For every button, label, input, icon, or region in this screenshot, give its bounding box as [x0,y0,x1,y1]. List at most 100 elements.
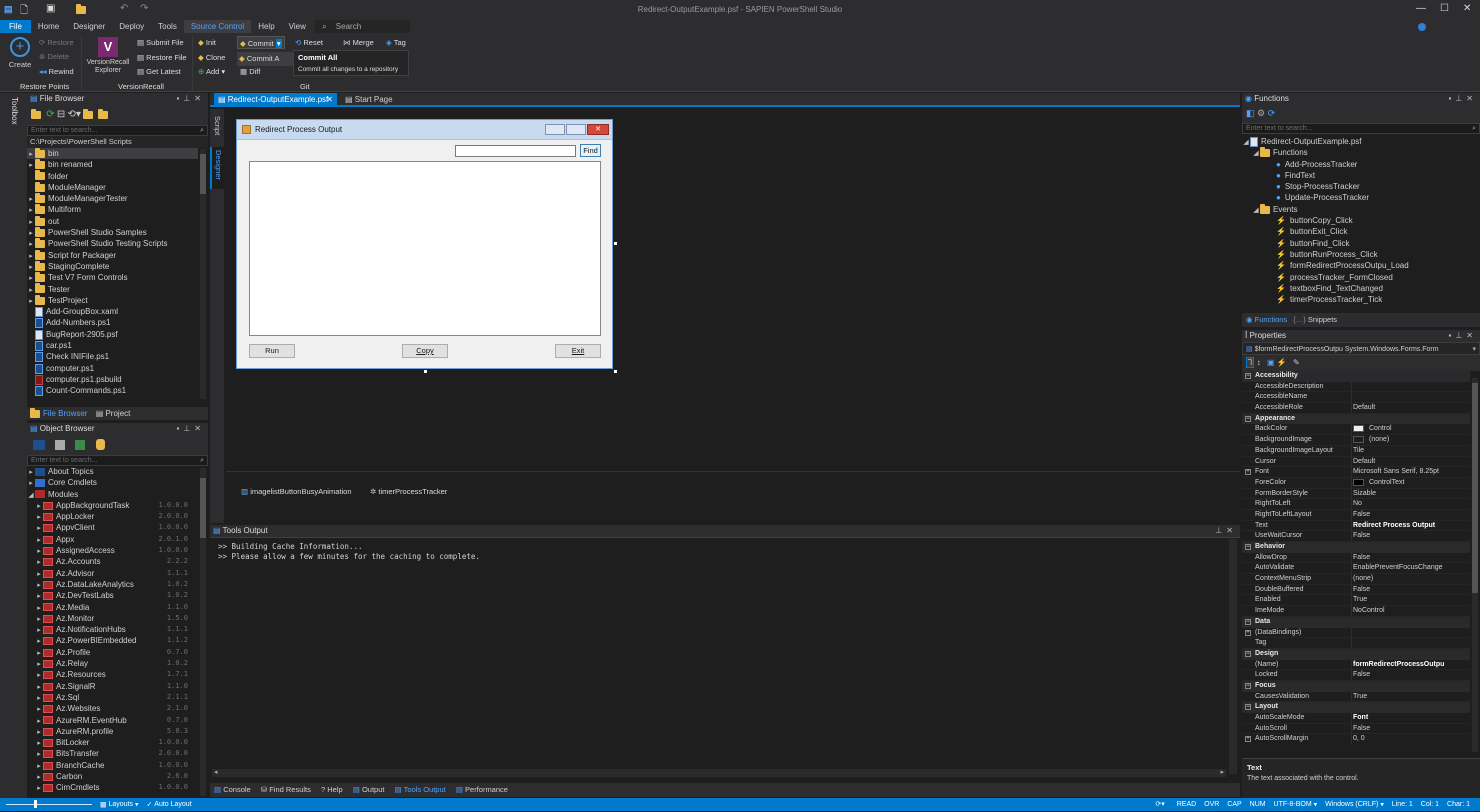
property-value[interactable]: Font [1353,713,1368,724]
component-timer[interactable]: ✲ timerProcessTracker [370,487,447,496]
file-browser-item[interactable]: ▸ ModuleManagerTester [27,193,198,204]
property-value[interactable]: 0, 0 [1353,734,1365,744]
module-item[interactable]: ▸ AzureRM.profile 5.8.3 [27,726,200,737]
property-value[interactable]: True [1353,595,1367,606]
property-pages-icon[interactable]: ▣ [1267,358,1275,367]
menu-help[interactable]: Help [251,20,281,33]
doc-tab-active[interactable]: ▤ Redirect-OutputExample.psf ✕ [214,93,337,107]
delete-button[interactable]: ⊗ Delete [39,52,69,61]
property-category[interactable]: − Appearance [1242,413,1470,425]
module-item[interactable]: ▸ Az.Websites 2.1.0 [27,703,200,714]
property-value[interactable]: formRedirectProcessOutpu [1353,660,1444,671]
dotnet-icon[interactable] [75,440,86,450]
events-icon[interactable]: ⚡ [1277,358,1287,367]
expand-icon[interactable]: + [1245,469,1251,476]
property-value[interactable]: Control [1353,424,1392,435]
collapse-icon[interactable]: − [1245,650,1251,657]
file-browser-item[interactable]: computer.ps1 [27,363,198,374]
git-commit-button[interactable]: ◆ Commit ▾ [237,36,285,49]
property-row[interactable]: ImeMode NoControl [1242,606,1470,617]
property-row[interactable]: AutoValidate EnablePreventFocusChange [1242,563,1470,575]
function-item[interactable]: ● Update-ProcessTracker [1242,192,1480,203]
property-row[interactable]: DoubleBuffered False [1242,584,1470,596]
zoom-slider[interactable] [6,800,92,809]
menu-tools[interactable]: Tools [151,20,184,33]
expand-icon[interactable]: + [1245,736,1251,743]
function-item[interactable]: ● FindText [1242,170,1480,181]
functions-root[interactable]: ◢ Redirect-OutputExample.psf [1242,136,1480,147]
event-item[interactable]: ⚡ processTracker_FormClosed [1242,272,1480,283]
file-browser-item[interactable]: ▸ TestProject [27,294,198,306]
module-item[interactable]: ▸ AppLocker 2.0.0.0 [27,511,200,522]
tab-performance[interactable]: ▤ Performance [456,785,508,794]
module-item[interactable]: ▸ AzureRM.EventHub 0.7.0 [27,715,200,726]
restore-button[interactable]: ⟳ Restore [39,38,74,47]
file-browser-item[interactable]: BugReport-2905.psf [27,329,198,340]
functions-search[interactable]: Enter text to search... ⌕ [1242,123,1480,134]
property-row[interactable]: UseWaitCursor False [1242,531,1470,542]
module-item[interactable]: ▸ Az.Media 1.1.0 [27,602,200,613]
event-item[interactable]: ⚡ buttonExit_Click [1242,226,1480,237]
doc-tab-start-page[interactable]: ▤ Start Page [341,93,393,107]
file-browser-item[interactable]: Count-Commands.ps1 [27,385,198,397]
filter-icon[interactable]: ⚙ [1257,108,1265,118]
tab-functions[interactable]: ◉ Functions [1246,315,1287,324]
output-textbox[interactable] [249,161,601,336]
collapse-icon[interactable]: ⊟ [57,109,65,120]
git-tag-button[interactable]: ◈ Tag [386,38,406,47]
module-item[interactable]: ▸ Az.PowerBIEmbedded 1.1.2 [27,635,200,646]
tab-console[interactable]: ▤ Console [214,785,251,794]
git-merge-button[interactable]: ⋈ Merge [343,38,374,47]
sort-icon[interactable]: ◧ [1246,108,1255,118]
property-row[interactable]: CausesValidation True [1242,691,1470,703]
property-row[interactable]: AccessibleRole Default [1242,403,1470,414]
function-item[interactable]: ● Stop-ProcessTracker [1242,181,1480,192]
file-browser-item[interactable]: ▸ bin [27,148,198,160]
module-item[interactable]: ▸ Az.DataLakeAnalytics 1.0.2 [27,579,200,590]
property-category[interactable]: − Behavior [1242,542,1470,553]
menu-source-control[interactable]: Source Control [183,20,252,33]
side-tab-script[interactable]: Script [210,113,224,143]
open-folder-icon[interactable] [31,108,41,119]
tab-find-results[interactable]: ⛁ Find Results [261,785,311,794]
property-row[interactable]: AutoScroll False [1242,723,1470,735]
property-row[interactable]: Tag [1242,638,1470,649]
module-item[interactable]: ▸ Az.SignalR 1.1.0 [27,681,200,692]
object-browser-category[interactable]: ▸ Core Cmdlets [27,477,200,488]
collapse-icon[interactable]: − [1245,415,1251,422]
resize-handle-corner[interactable] [614,370,617,373]
find-textbox[interactable] [455,145,576,157]
menu-search[interactable]: ⌕ Search [315,20,411,33]
wrench-icon[interactable]: ✎ [1293,358,1300,367]
git-init-button[interactable]: ◆ Init [198,38,216,47]
module-item[interactable]: ▸ AppvClient 1.0.0.0 [27,522,200,533]
close-tab-icon[interactable]: ✕ [326,93,333,107]
property-value[interactable]: (none) [1353,435,1389,446]
module-item[interactable]: ▸ BranchCache 1.0.0.0 [27,760,200,771]
property-row[interactable]: Text Redirect Process Output [1242,520,1470,532]
form-window[interactable]: Redirect Process Output ✕ Find Run Copy … [236,119,613,369]
property-row[interactable]: AccessibleName [1242,392,1470,404]
property-category[interactable]: − Layout [1242,702,1470,713]
component-imagelist[interactable]: ▧ imagelistButtonBusyAnimation [241,487,352,496]
module-item[interactable]: ▸ Az.Advisor 1.1.1 [27,568,200,579]
tools-output-text[interactable]: >> Building Cache Information... >> Plea… [210,537,1240,769]
file-browser-item[interactable]: car.ps1 [27,340,198,351]
history-icon[interactable]: ⟲▾ [67,109,80,120]
property-category[interactable]: − Accessibility [1242,371,1470,382]
property-row[interactable]: ContextMenuStrip (none) [1242,574,1470,585]
property-category[interactable]: − Design [1242,648,1470,660]
property-value[interactable]: False [1353,531,1370,542]
object-browser-category[interactable]: ▸ About Topics [27,466,200,477]
property-row[interactable]: AutoScaleMode Font [1242,713,1470,724]
property-row[interactable]: BackgroundImageLayout Tile [1242,445,1470,457]
toolbox-strip[interactable]: Toolbox [0,93,27,798]
expand-icon[interactable]: + [1245,629,1251,636]
panel-pin-close-icons[interactable]: ▪⊥✕ [176,423,205,435]
module-item[interactable]: ▸ Appx 2.0.1.0 [27,534,200,545]
sync-icon[interactable]: ⟳▾ [1155,798,1164,811]
property-row[interactable]: + AutoScrollMargin 0, 0 [1242,734,1470,744]
close-button[interactable]: ✕ [1463,3,1471,14]
categorized-icon[interactable]: Ꞁ [1246,357,1255,368]
event-item[interactable]: ⚡ buttonCopy_Click [1242,215,1480,226]
